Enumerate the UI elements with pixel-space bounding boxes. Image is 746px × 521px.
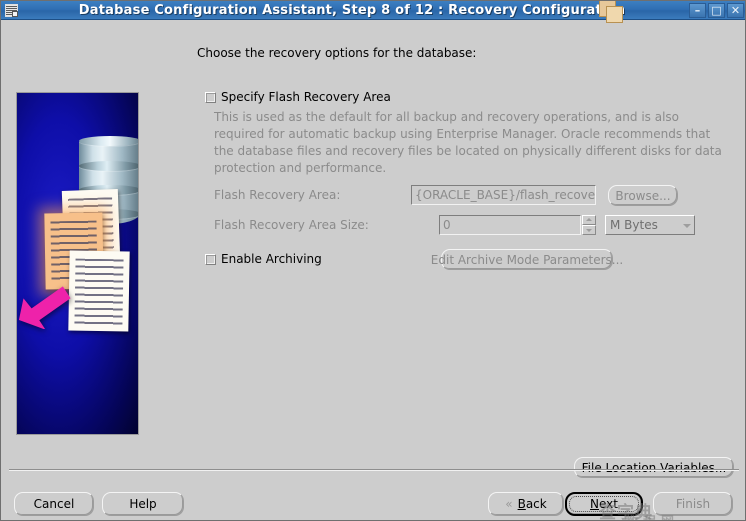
next-label-rest: ext	[599, 497, 618, 511]
content-area: Choose the recovery options for the data…	[1, 20, 745, 520]
cancel-button[interactable]: Cancel	[14, 492, 94, 516]
size-unit-value: M Bytes	[610, 218, 658, 232]
database-app-icon	[3, 2, 21, 19]
title-bar: Database Configuration Assistant, Step 8…	[1, 1, 745, 20]
footer-separator	[9, 469, 739, 471]
enable-archiving-label: Enable Archiving	[221, 252, 322, 266]
browse-button[interactable]: Browse...	[608, 185, 678, 206]
window-controls: – □ ✕	[687, 2, 744, 18]
stepper-up-icon[interactable]	[582, 215, 596, 225]
document-page-icon	[68, 250, 130, 332]
back-button[interactable]: « Back	[488, 492, 564, 516]
specify-flash-recovery-area-checkbox[interactable]: Specify Flash Recovery Area	[205, 90, 391, 104]
next-mnemonic: N	[590, 497, 599, 511]
back-mnemonic: B	[517, 497, 526, 511]
enable-archiving-checkbox[interactable]: Enable Archiving	[205, 252, 322, 266]
checkbox-box[interactable]	[205, 91, 216, 103]
database-documents-illustration	[16, 92, 139, 435]
maximize-button[interactable]: □	[708, 2, 725, 18]
next-button[interactable]: Next	[565, 492, 643, 516]
chevron-down-icon[interactable]	[680, 216, 694, 234]
chevron-left-icon: «	[505, 497, 513, 511]
file-location-variables-button[interactable]: File Location Variables...	[574, 457, 734, 478]
flash-recovery-area-input[interactable]: {ORACLE_BASE}/flash_recovery_	[411, 185, 596, 205]
flash-recovery-area-size-input[interactable]: 0	[439, 215, 581, 235]
specify-flash-recovery-area-label: Specify Flash Recovery Area	[221, 90, 391, 104]
stepper-down-icon[interactable]	[582, 225, 596, 235]
edit-archive-mode-parameters-button[interactable]: Edit Archive Mode Parameters...	[431, 249, 623, 270]
finish-button[interactable]: Finish	[653, 492, 733, 516]
back-label-rest: ack	[525, 497, 547, 511]
close-icon[interactable]: ✕	[727, 2, 744, 18]
flash-recovery-area-size-stepper[interactable]	[582, 215, 596, 235]
magenta-arrow-icon	[19, 277, 71, 329]
flash-recovery-description: This is used as the default for all back…	[214, 110, 722, 175]
page-instruction: Choose the recovery options for the data…	[197, 46, 477, 60]
minimize-button[interactable]: –	[689, 2, 706, 18]
flash-recovery-area-size-label: Flash Recovery Area Size:	[214, 218, 369, 232]
window-title: Database Configuration Assistant, Step 8…	[78, 2, 626, 18]
dbca-window: Database Configuration Assistant, Step 8…	[0, 0, 746, 521]
help-button[interactable]: Help	[102, 492, 184, 516]
size-unit-select[interactable]: M Bytes	[605, 215, 695, 235]
flash-recovery-area-label: Flash Recovery Area:	[214, 188, 341, 202]
checkbox-box[interactable]	[205, 253, 216, 265]
